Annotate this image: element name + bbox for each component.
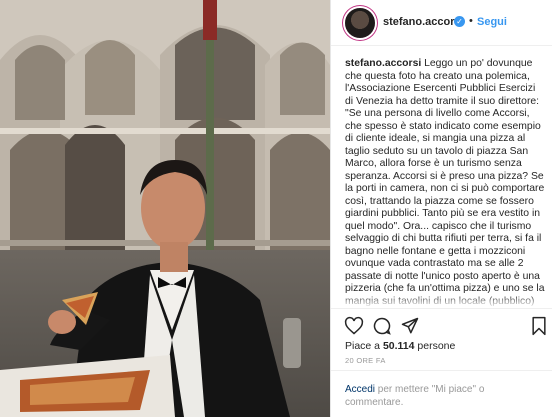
follow-button[interactable]: Segui [477,16,507,28]
verified-badge-icon: ✓ [454,16,465,27]
comment-icon[interactable] [372,316,392,336]
likes-number: 50.114 [382,340,415,352]
caption-fade [331,294,552,308]
username[interactable]: stefano.accorsi [383,16,464,28]
action-bar [331,308,552,340]
post-sidebar: stefano.accorsi ✓ • Segui stefano.accors… [330,0,552,417]
post-timestamp: 20 ORE FA [345,356,386,365]
likes-suffix: persone [414,340,456,352]
likes-prefix: Piace a [345,340,383,352]
avatar[interactable] [345,8,375,38]
login-text: Accedi per mettere "Mi piace" o commenta… [345,383,545,409]
photo-illustration [0,0,330,417]
caption-username[interactable]: stefano.accorsi [345,58,421,69]
caption: stefano.accorsi Leggo un po' dovunque ch… [345,58,545,306]
instagram-post: stefano.accorsi ✓ • Segui stefano.accors… [0,0,552,417]
likes-count[interactable]: Piace a 50.114 persone [345,340,455,352]
heart-icon[interactable] [344,316,364,336]
post-header: stefano.accorsi ✓ • Segui [331,0,552,46]
share-icon[interactable] [400,316,420,336]
separator-dot: • [469,15,473,27]
caption-text: Leggo un po' dovunque che questa foto ha… [345,58,545,306]
login-prompt: Accedi per mettere "Mi piace" o commenta… [331,370,552,417]
login-link[interactable]: Accedi [345,384,375,395]
post-photo[interactable] [0,0,330,417]
bookmark-icon[interactable] [529,316,549,336]
